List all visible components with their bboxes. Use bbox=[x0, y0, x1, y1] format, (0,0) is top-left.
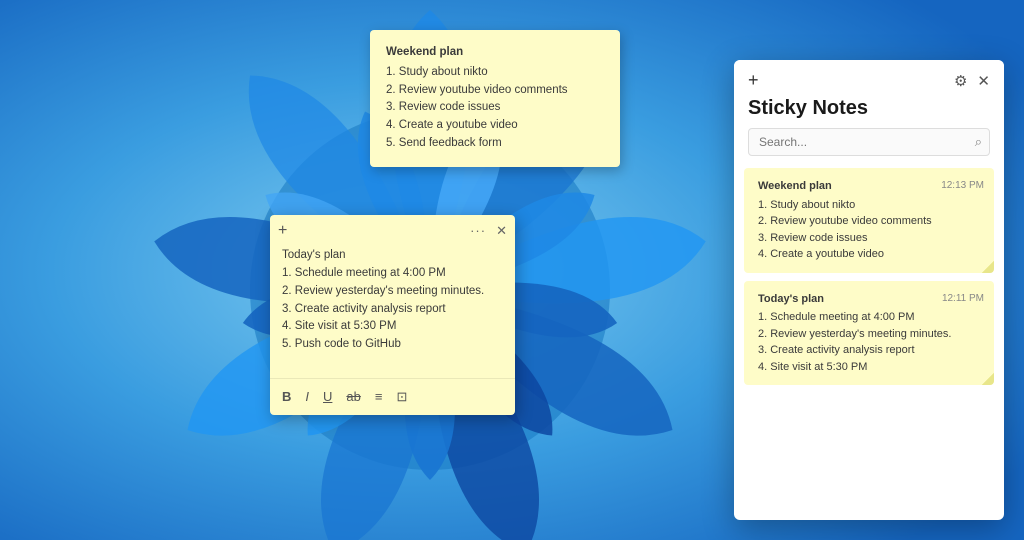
note-timestamp-2: 12:11 PM bbox=[942, 291, 984, 306]
panel-note-text-1: 1. Study about nikto 2. Review youtube v… bbox=[758, 197, 980, 263]
panel-note-item-1[interactable]: 12:13 PM Weekend plan 1. Study about nik… bbox=[744, 168, 994, 273]
underline-button[interactable]: U bbox=[323, 387, 332, 407]
edit-header-left: + bbox=[278, 223, 287, 239]
add-note-button[interactable]: + bbox=[278, 223, 287, 239]
settings-icon[interactable]: ⚙ bbox=[954, 72, 967, 90]
edit-toolbar: B I U ab ≡ ⊡ bbox=[270, 378, 515, 415]
more-options-button[interactable]: ··· bbox=[470, 221, 486, 241]
italic-button[interactable]: I bbox=[305, 387, 309, 407]
sticky-note-item: 5. Send feedback form bbox=[386, 135, 604, 153]
edit-note-item: 1. Schedule meeting at 4:00 PM bbox=[282, 265, 503, 283]
edit-note-item: 5. Push code to GitHub bbox=[282, 336, 503, 354]
panel-controls: ⚙ ✕ bbox=[954, 72, 990, 90]
note-timestamp-1: 12:13 PM bbox=[941, 178, 984, 193]
close-note-button[interactable]: ✕ bbox=[496, 221, 507, 241]
edit-body: Today's plan 1. Schedule meeting at 4:00… bbox=[270, 245, 515, 378]
note-corner-2 bbox=[982, 373, 994, 385]
search-input[interactable] bbox=[748, 128, 990, 156]
panel-note-text-2: 1. Schedule meeting at 4:00 PM 2. Review… bbox=[758, 309, 980, 375]
sticky-note-item: 4. Create a youtube video bbox=[386, 117, 604, 135]
sticky-note-weekend: Weekend plan 1. Study about nikto 2. Rev… bbox=[370, 30, 620, 167]
sticky-note-edit: + ··· ✕ Today's plan 1. Schedule meeting… bbox=[270, 215, 515, 415]
search-icon: ⌕ bbox=[975, 134, 982, 150]
panel-close-button[interactable]: ✕ bbox=[977, 72, 990, 90]
edit-header: + ··· ✕ bbox=[270, 215, 515, 245]
sticky-note-weekend-items: 1. Study about nikto 2. Review youtube v… bbox=[386, 64, 604, 153]
note-corner-1 bbox=[982, 261, 994, 273]
image-button[interactable]: ⊡ bbox=[396, 387, 407, 407]
sticky-note-weekend-title: Weekend plan bbox=[386, 44, 604, 62]
panel-note-item-2[interactable]: 12:11 PM Today's plan 1. Schedule meetin… bbox=[744, 281, 994, 386]
panel-title: Sticky Notes bbox=[734, 97, 1004, 128]
sticky-note-item: 1. Study about nikto bbox=[386, 64, 604, 82]
panel-notes-list: 12:13 PM Weekend plan 1. Study about nik… bbox=[734, 164, 1004, 520]
edit-header-right: ··· ✕ bbox=[470, 221, 507, 241]
edit-note-items: 1. Schedule meeting at 4:00 PM 2. Review… bbox=[282, 265, 503, 354]
edit-note-item: 3. Create activity analysis report bbox=[282, 301, 503, 319]
edit-note-item: 2. Review yesterday's meeting minutes. bbox=[282, 283, 503, 301]
panel-add-button[interactable]: + bbox=[748, 70, 759, 91]
edit-note-title: Today's plan bbox=[282, 247, 503, 265]
sticky-notes-panel: + ⚙ ✕ Sticky Notes ⌕ 12:13 PM Weekend pl… bbox=[734, 60, 1004, 520]
strikethrough-button[interactable]: ab bbox=[346, 387, 360, 407]
sticky-note-item: 3. Review code issues bbox=[386, 99, 604, 117]
panel-search[interactable]: ⌕ bbox=[748, 128, 990, 156]
edit-note-item: 4. Site visit at 5:30 PM bbox=[282, 318, 503, 336]
list-button[interactable]: ≡ bbox=[375, 387, 383, 407]
panel-header: + ⚙ ✕ bbox=[734, 60, 1004, 97]
sticky-note-item: 2. Review youtube video comments bbox=[386, 82, 604, 100]
bold-button[interactable]: B bbox=[282, 387, 291, 407]
